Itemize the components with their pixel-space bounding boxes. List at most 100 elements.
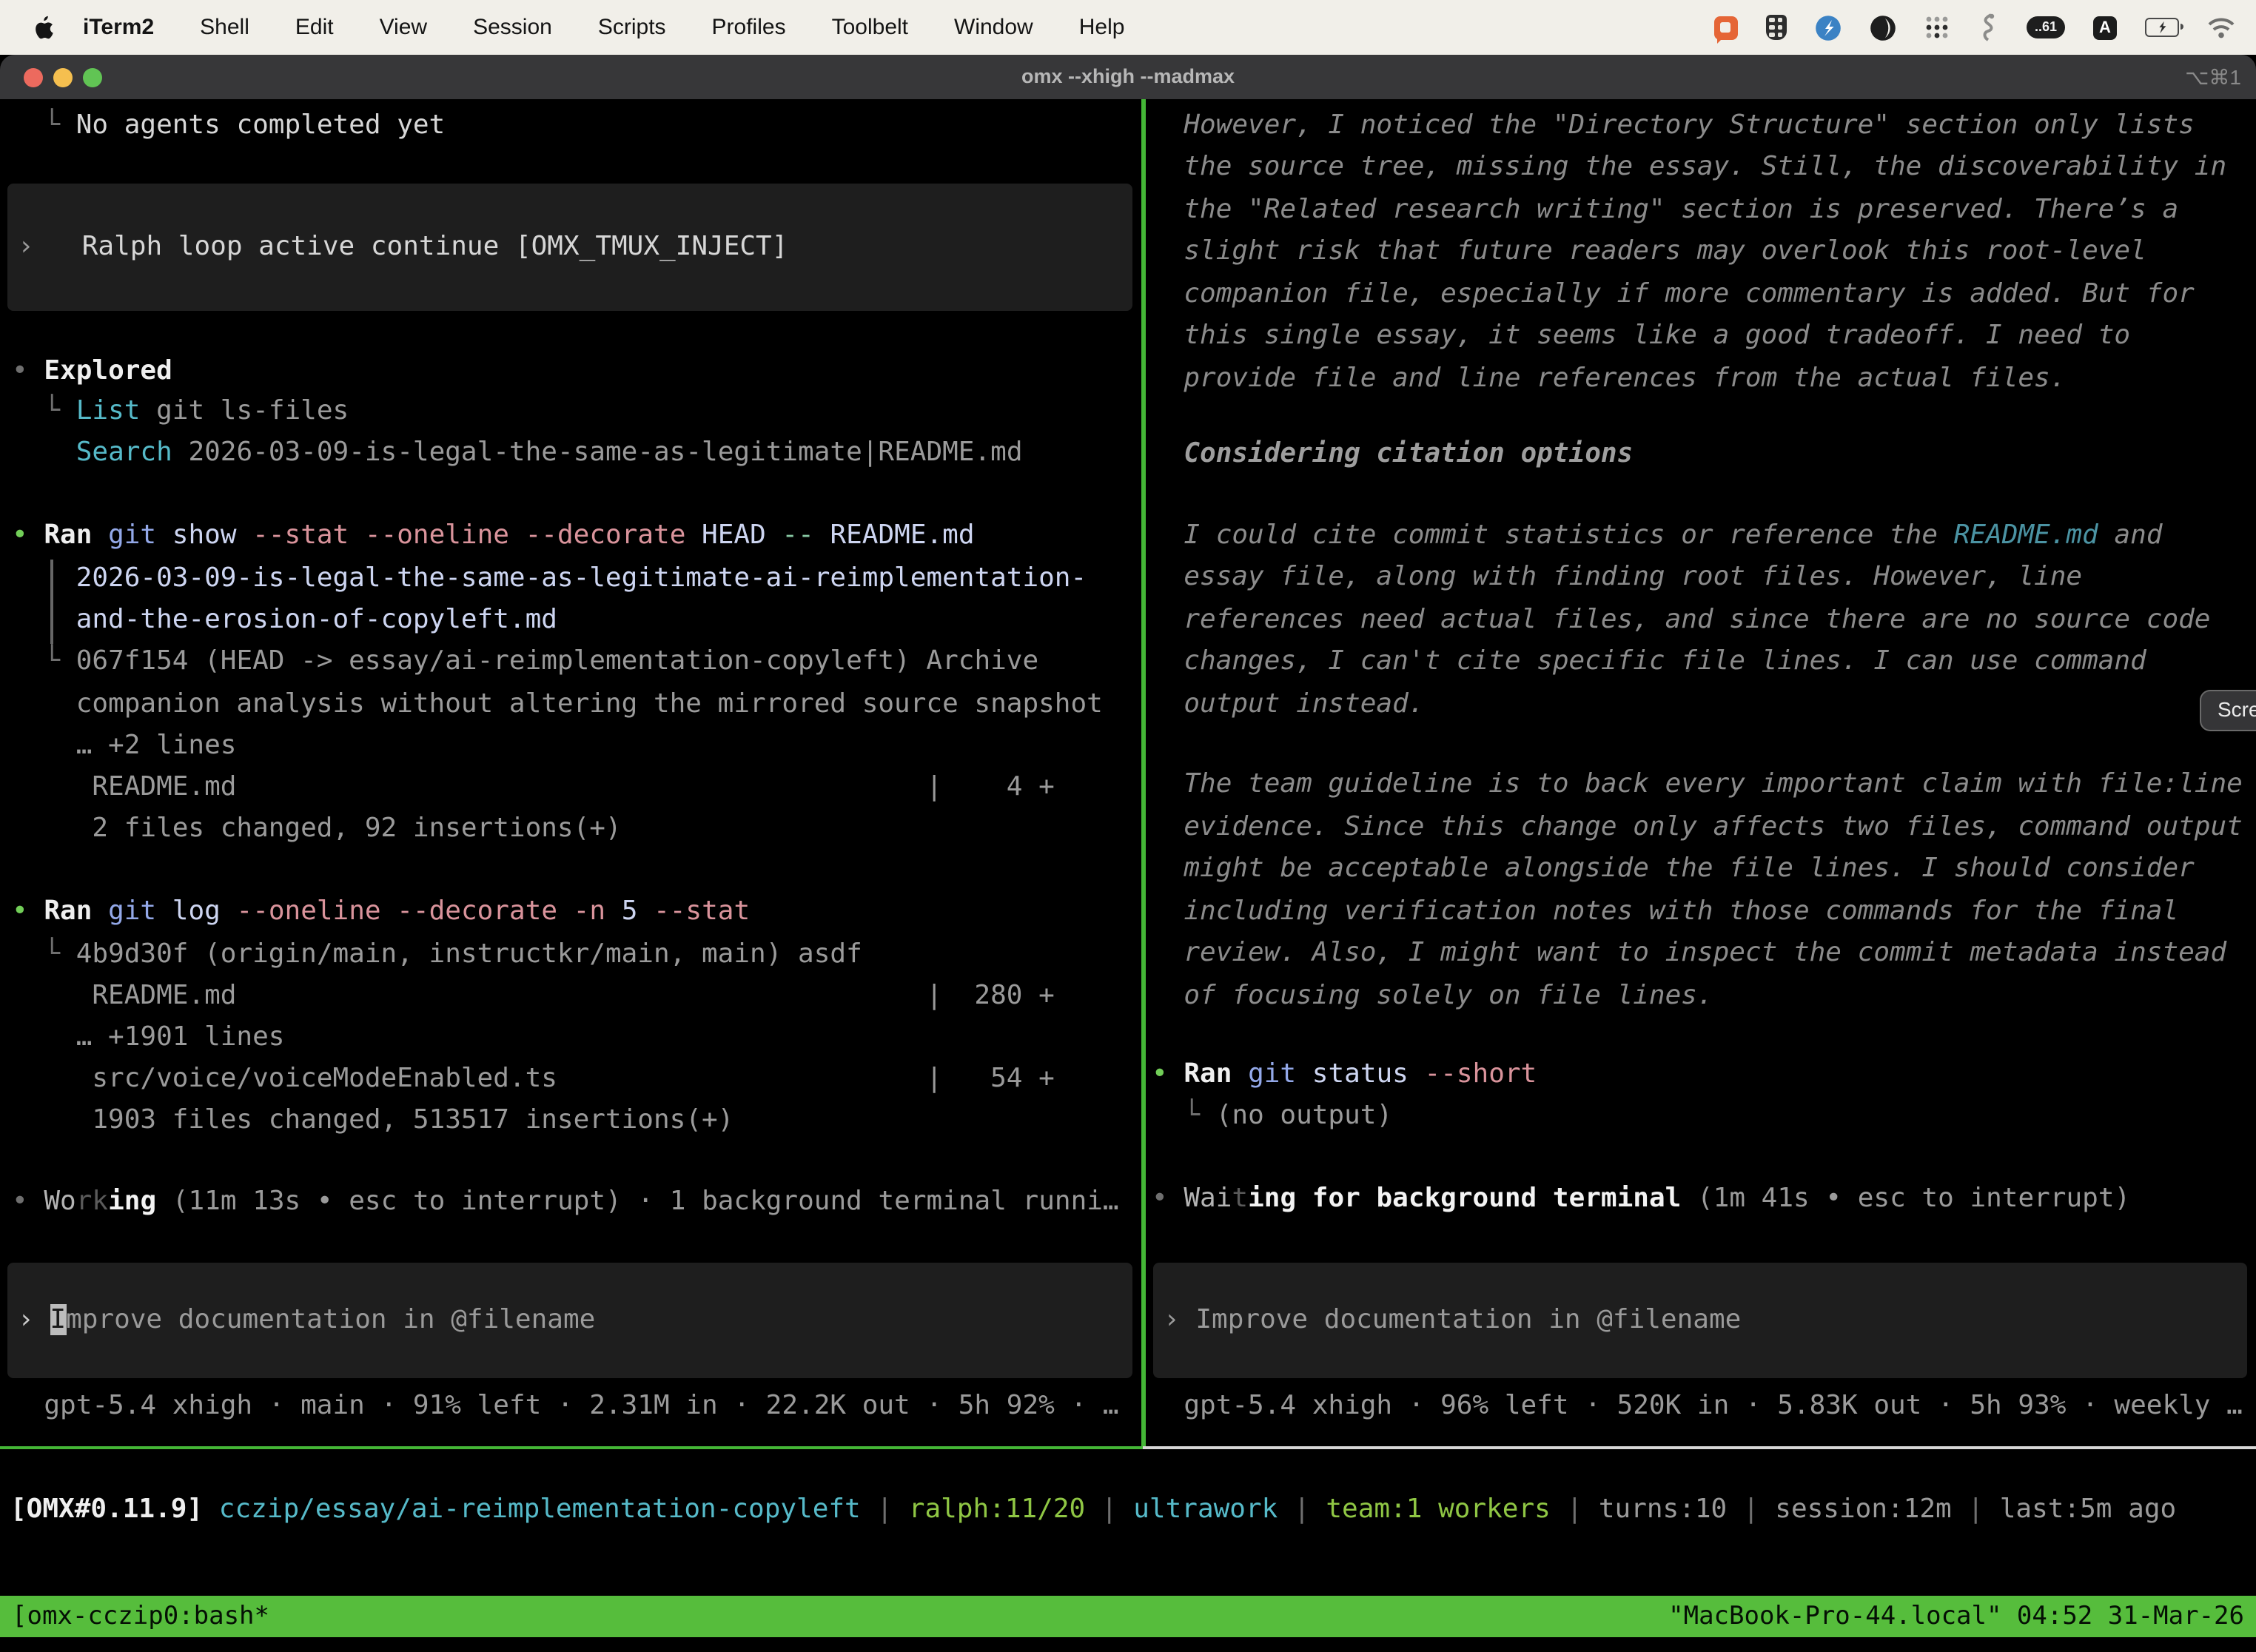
- prompt-input[interactable]: › Improve documentation in @filename: [1153, 1263, 2247, 1378]
- terminal-text-segment: references need actual files, and since …: [1152, 604, 2211, 635]
- dragon-icon[interactable]: [1978, 13, 1998, 41]
- terminal-line: └ 4b9d30f (origin/main, instructkr/main,…: [12, 934, 862, 976]
- terminal-text-segment: ›: [1164, 1304, 1195, 1335]
- terminal-text-segment: [12, 437, 76, 469]
- terminal-text-segment: git ls-files: [140, 396, 349, 427]
- terminal-text-segment: ›: [18, 1304, 50, 1335]
- terminal-line: provide file and line references from th…: [1152, 358, 2066, 400]
- terminal-line: changes, I can't cite specific file line…: [1152, 642, 2146, 684]
- terminal-text-segment: provide file and line references from th…: [1152, 363, 2066, 394]
- terminal-text-segment: 5: [605, 896, 637, 927]
- window-shortcut-hint: ⌥⌘1: [2185, 55, 2241, 99]
- terminal-line: might be acceptable alongside the file l…: [1152, 849, 2195, 891]
- terminal-text-segment: List: [76, 396, 141, 427]
- input-source-a-icon[interactable]: A: [2093, 16, 2117, 39]
- terminal-line: output instead.: [1152, 684, 1424, 726]
- terminal-line: … +1901 lines: [12, 1017, 284, 1059]
- terminal-text-segment: rk: [76, 1186, 108, 1217]
- terminal-line: including verification notes with those …: [1152, 891, 2178, 933]
- crescent-app-icon[interactable]: [1870, 14, 1896, 41]
- terminal-text-segment: --stat: [637, 896, 750, 927]
- terminal-text-segment: including verification notes with those …: [1152, 896, 2178, 927]
- terminal-line: I could cite commit statistics or refere…: [1152, 515, 2163, 557]
- grid-shield-icon[interactable]: [1766, 15, 1787, 40]
- terminal-text-segment: session:12m: [1775, 1494, 1951, 1525]
- terminal-text-segment: Wo: [44, 1186, 75, 1217]
- terminal-text-segment: README.md | 280 +: [12, 980, 1055, 1011]
- terminal-text-segment: 4b9d30f (origin/main, instructkr/main, m…: [76, 939, 862, 970]
- prompt-input[interactable]: › Improve documentation in @filename: [7, 1263, 1132, 1378]
- terminal-text-segment: log: [156, 896, 221, 927]
- window-title: omx --xhigh --madmax: [0, 55, 2256, 99]
- ralph-loop-input[interactable]: › Ralph loop active continue [OMX_TMUX_I…: [7, 184, 1132, 311]
- terminal-line: companion file, especially if more comme…: [1152, 274, 2195, 316]
- terminal-text-segment: The team guideline is to back every impo…: [1152, 769, 2243, 800]
- tmux-left-pane[interactable]: └ No agents completed yet › Ralph loop ac…: [0, 99, 1141, 1446]
- terminal-text-segment: README.md: [1954, 520, 2098, 551]
- menu-item-iterm2[interactable]: iTerm2: [83, 15, 154, 40]
- menu-item-session[interactable]: Session: [473, 15, 552, 40]
- terminal-text-segment: review. Also, I might want to inspect th…: [1152, 938, 2226, 969]
- terminal-line: README.md | 280 +: [12, 976, 1055, 1018]
- terminal-area[interactable]: └ No agents completed yet › Ralph loop ac…: [0, 99, 2256, 1652]
- terminal-text-segment: Improve documentation in @filename: [1195, 1304, 1741, 1335]
- tmux-host-clock: "MacBook-Pro-44.local" 04:52 31-Mar-26: [1668, 1602, 2256, 1631]
- terminal-text-segment: turns:10: [1599, 1494, 1727, 1525]
- terminal-line: review. Also, I might want to inspect th…: [1152, 933, 2226, 976]
- menu-item-edit[interactable]: Edit: [295, 15, 334, 40]
- stream-badge-icon[interactable]: [1815, 14, 1842, 41]
- screenshot-chat-icon[interactable]: [1714, 16, 1738, 39]
- terminal-text-segment: Wai: [1184, 1183, 1232, 1215]
- terminal-text-segment: |: [1085, 1494, 1133, 1525]
- terminal-line: 2 files changed, 92 insertions(+): [12, 809, 622, 851]
- terminal-text-segment: slight risk that future readers may over…: [1152, 236, 2146, 267]
- terminal-line: 1903 files changed, 513517 insertions(+): [12, 1101, 733, 1143]
- menu-item-toolbelt[interactable]: Toolbelt: [832, 15, 908, 40]
- tmux-session-window[interactable]: [omx-cczip0:bash*: [0, 1602, 269, 1631]
- menu-item-profiles[interactable]: Profiles: [712, 15, 786, 40]
- terminal-text-segment: Considering citation options: [1152, 439, 1633, 470]
- tmux-right-pane[interactable]: However, I noticed the "Directory Struct…: [1146, 99, 2256, 1446]
- wifi-icon[interactable]: [2207, 17, 2235, 38]
- menu-item-window[interactable]: Window: [954, 15, 1033, 40]
- terminal-text-segment: However, I noticed the "Directory Struct…: [1152, 110, 2195, 141]
- terminal-line: • Waiting for background terminal (1m 41…: [1152, 1179, 2130, 1221]
- terminal-text-segment: and: [2098, 520, 2163, 551]
- dots-grid-icon[interactable]: [1924, 15, 1950, 40]
- terminal-line: gpt-5.4 xhigh · main · 91% left · 2.31M …: [12, 1386, 1119, 1428]
- terminal-line: essay file, along with finding root file…: [1152, 557, 2082, 600]
- menu-item-shell[interactable]: Shell: [200, 15, 249, 40]
- cycle-badge-61-icon[interactable]: ..61: [2027, 16, 2065, 38]
- terminal-text-segment: HEAD: [685, 520, 765, 551]
- terminal-text-segment: |: [861, 1494, 909, 1525]
- terminal-text-segment: gpt-5.4 xhigh · main · 91% left · 2.31M …: [12, 1391, 1119, 1422]
- apple-logo-icon[interactable]: [31, 14, 53, 41]
- terminal-text-segment: of focusing solely on file lines.: [1152, 980, 1713, 1011]
- terminal-line: └ No agents completed yet: [12, 105, 445, 147]
- terminal-line: the "Related research writing" section i…: [1152, 189, 2178, 232]
- terminal-text-segment: README.md: [814, 520, 975, 551]
- terminal-text-segment: … +1901 lines: [12, 1021, 284, 1052]
- terminal-text-segment: └: [12, 939, 76, 970]
- terminal-line: of focusing solely on file lines.: [1152, 976, 1713, 1018]
- menu-item-view[interactable]: View: [380, 15, 428, 40]
- terminal-line: • Ran git show --stat --oneline --decora…: [12, 516, 975, 558]
- omx-status-line: [OMX#0.11.9] cczip/essay/ai-reimplementa…: [10, 1489, 2176, 1531]
- terminal-line: gpt-5.4 xhigh · 96% left · 520K in · 5.8…: [1152, 1386, 2243, 1428]
- menu-items: iTerm2 Shell Edit View Session Scripts Profile…: [83, 15, 1124, 40]
- terminal-line: • Explored: [12, 351, 172, 393]
- terminal-line: the source tree, missing the essay. Stil…: [1152, 147, 2226, 189]
- window-title-bar[interactable]: omx --xhigh --madmax ⌥⌘1: [0, 55, 2256, 101]
- terminal-text-segment: … +2 lines: [12, 730, 236, 761]
- terminal-line: slight risk that future readers may over…: [1152, 232, 2146, 274]
- menu-item-scripts[interactable]: Scripts: [598, 15, 666, 40]
- screen-edge-tooltip[interactable]: Scre: [2200, 690, 2256, 731]
- terminal-text-segment: t: [1232, 1183, 1248, 1215]
- terminal-text-segment: src/voice/voiceModeEnabled.ts | 54 +: [12, 1064, 1055, 1095]
- terminal-text-segment: show: [156, 520, 236, 551]
- terminal-text-segment: the source tree, missing the essay. Stil…: [1152, 152, 2226, 183]
- terminal-text-segment: (1m 41s • esc to interrupt): [1681, 1183, 2130, 1215]
- battery-icon[interactable]: [2145, 18, 2179, 37]
- terminal-text-segment: (11m 13s • esc to interrupt) · 1 backgro…: [156, 1186, 1118, 1217]
- menu-item-help[interactable]: Help: [1079, 15, 1125, 40]
